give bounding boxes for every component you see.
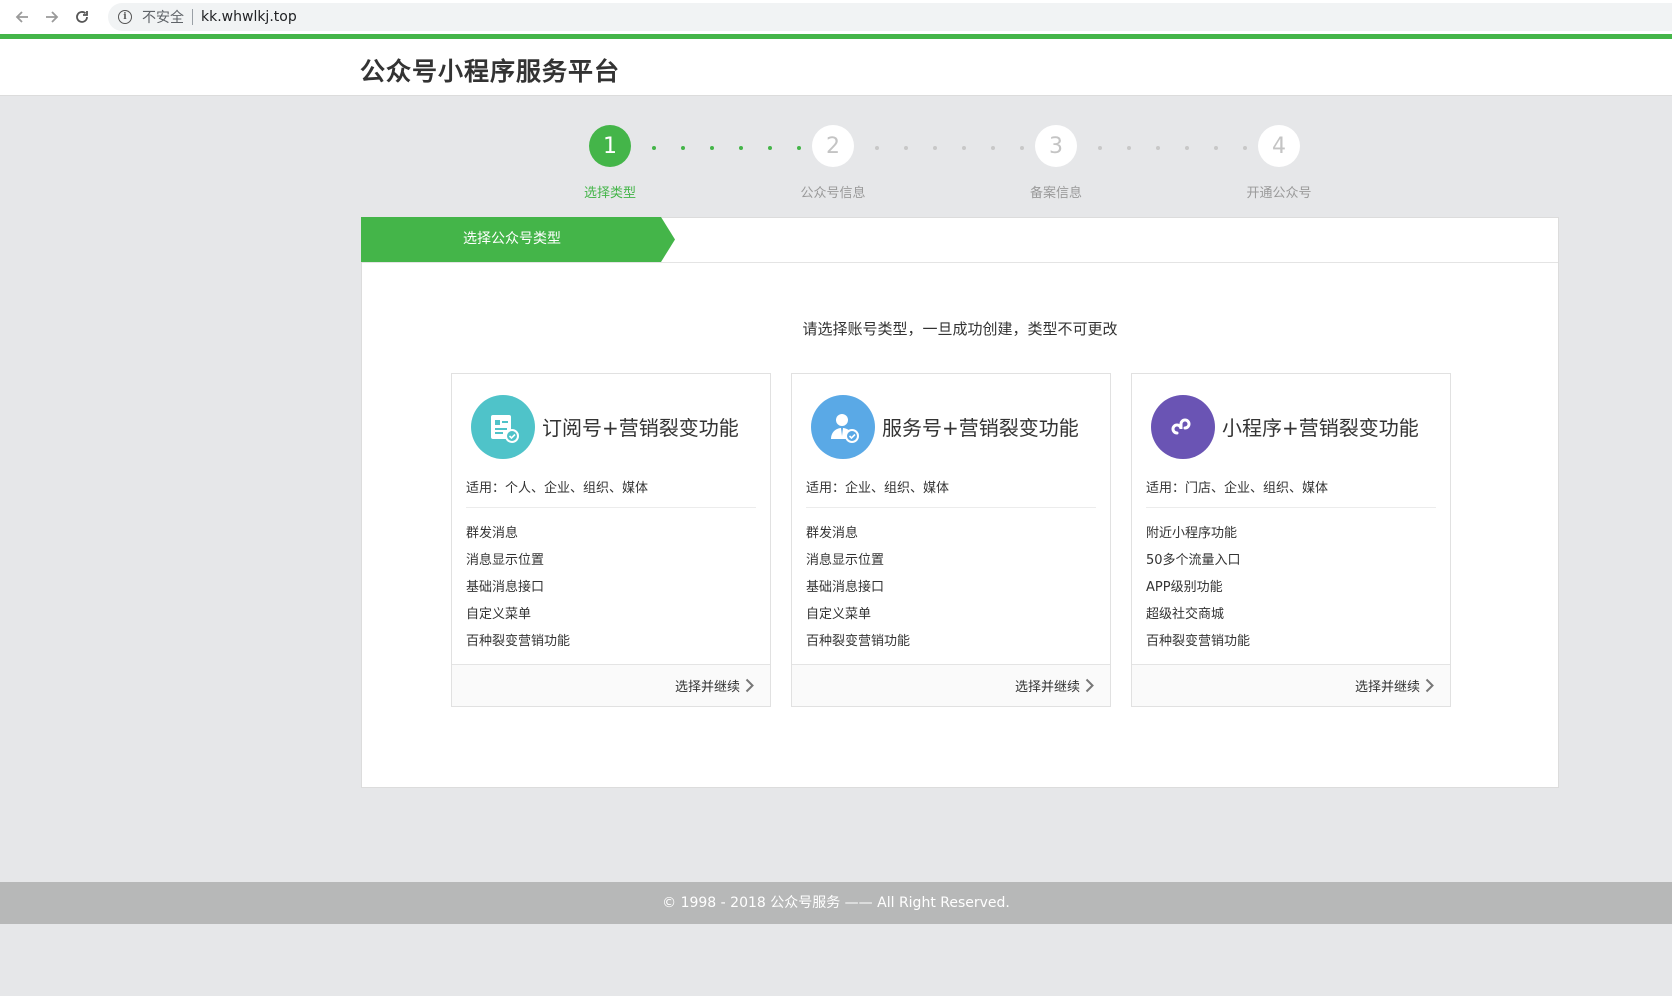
step-3-circle: 3 <box>1035 125 1077 167</box>
connector-dot <box>933 146 937 150</box>
connector-dot <box>768 146 772 150</box>
connector-dot <box>681 146 685 150</box>
connector-dot <box>991 146 995 150</box>
card-divider <box>806 507 1096 508</box>
chevron-right-icon <box>1425 678 1434 693</box>
card-subscription: 订阅号+营销裂变功能 适用：个人、企业、组织、媒体 群发消息 消息显示位置 基础… <box>451 373 771 707</box>
connector-dot <box>1127 146 1131 150</box>
chevron-right-icon <box>745 678 754 693</box>
main-panel: 选择公众号类型 请选择账号类型，一旦成功创建，类型不可更改 订阅号+营销裂变功能… <box>361 217 1559 788</box>
feature-item: 百种裂变营销功能 <box>1146 634 1251 649</box>
card-applicable: 适用：门店、企业、组织、媒体 <box>1146 481 1329 496</box>
feature-item: 自定义菜单 <box>806 607 872 622</box>
select-continue-label: 选择并继续 <box>1014 680 1080 695</box>
card-title: 服务号+营销裂变功能 <box>882 416 1079 440</box>
card-footer: 选择并继续 <box>792 664 1110 706</box>
feature-list: 附近小程序功能 50多个流量入口 APP级别功能 超级社交商城 百种裂变营销功能 <box>1146 525 1250 660</box>
subscription-doc-icon <box>471 395 535 459</box>
address-bar[interactable]: i 不安全 kk.whwlkj.top <box>108 3 1672 31</box>
connector-dot <box>1098 146 1102 150</box>
select-continue-button[interactable]: 选择并继续 <box>1015 676 1094 695</box>
insecure-label: 不安全 <box>142 10 184 26</box>
connector-dot <box>1185 146 1189 150</box>
account-type-tip: 请选择账号类型，一旦成功创建，类型不可更改 <box>802 320 1118 338</box>
select-continue-label: 选择并继续 <box>674 680 740 695</box>
feature-list: 群发消息 消息显示位置 基础消息接口 自定义菜单 百种裂变营销功能 <box>466 525 570 660</box>
card-divider <box>466 507 756 508</box>
back-arrow-icon[interactable] <box>7 0 37 34</box>
feature-item: 群发消息 <box>806 526 859 541</box>
mini-program-icon <box>1151 395 1215 459</box>
connector-dot <box>1020 146 1024 150</box>
site-footer: © 1998 - 2018 公众号服务 —— All Right Reserve… <box>0 882 1672 924</box>
site-title: 公众号小程序服务平台 <box>360 57 621 86</box>
feature-item: 50多个流量入口 <box>1146 553 1241 568</box>
connector-dot <box>797 146 801 150</box>
address-separator <box>192 9 193 25</box>
feature-item: 消息显示位置 <box>466 553 545 568</box>
step-2-circle: 2 <box>812 125 854 167</box>
card-footer: 选择并继续 <box>1132 664 1450 706</box>
card-title: 订阅号+营销裂变功能 <box>542 416 739 440</box>
chevron-right-icon <box>1085 678 1094 693</box>
feature-item: 群发消息 <box>466 526 519 541</box>
card-applicable: 适用：个人、企业、组织、媒体 <box>466 481 649 496</box>
feature-item: 超级社交商城 <box>1146 607 1225 622</box>
select-continue-label: 选择并继续 <box>1354 680 1420 695</box>
panel-tab-select-type: 选择公众号类型 <box>361 217 675 262</box>
url-text[interactable]: kk.whwlkj.top <box>201 9 297 25</box>
card-divider <box>1146 507 1436 508</box>
site-header: 公众号小程序服务平台 <box>0 39 1672 96</box>
step-3-label: 备案信息 <box>1029 186 1082 201</box>
connector-dot <box>1156 146 1160 150</box>
select-continue-button[interactable]: 选择并继续 <box>1355 676 1434 695</box>
connector-dot <box>904 146 908 150</box>
step-2-label: 公众号信息 <box>800 186 866 201</box>
step-1-circle: 1 <box>589 125 631 167</box>
panel-header: 选择公众号类型 <box>361 217 1558 263</box>
feature-item: 自定义菜单 <box>466 607 532 622</box>
feature-item: 附近小程序功能 <box>1146 526 1238 541</box>
connector-dot <box>1243 146 1247 150</box>
connector-dot <box>1214 146 1218 150</box>
card-footer: 选择并继续 <box>452 664 770 706</box>
card-applicable: 适用：企业、组织、媒体 <box>806 481 950 496</box>
browser-toolbar: i 不安全 kk.whwlkj.top <box>0 0 1672 34</box>
connector-dot <box>710 146 714 150</box>
card-title: 小程序+营销裂变功能 <box>1222 416 1419 440</box>
feature-item: 基础消息接口 <box>466 580 545 595</box>
select-continue-button[interactable]: 选择并继续 <box>675 676 754 695</box>
feature-item: APP级别功能 <box>1146 580 1223 595</box>
service-person-icon <box>811 395 875 459</box>
connector-dot <box>739 146 743 150</box>
feature-item: 消息显示位置 <box>806 553 885 568</box>
card-service: 服务号+营销裂变功能 适用：企业、组织、媒体 群发消息 消息显示位置 基础消息接… <box>791 373 1111 707</box>
connector-dot <box>962 146 966 150</box>
feature-item: 基础消息接口 <box>806 580 885 595</box>
step-1-label: 选择类型 <box>583 186 636 201</box>
card-mini-program: 小程序+营销裂变功能 适用：门店、企业、组织、媒体 附近小程序功能 50多个流量… <box>1131 373 1451 707</box>
info-icon[interactable]: i <box>118 10 132 24</box>
forward-arrow-icon[interactable] <box>37 0 67 34</box>
feature-item: 百种裂变营销功能 <box>806 634 911 649</box>
feature-item: 百种裂变营销功能 <box>466 634 571 649</box>
step-4-label: 开通公众号 <box>1246 186 1312 201</box>
reload-icon[interactable] <box>67 0 97 34</box>
connector-dot <box>875 146 879 150</box>
step-4-circle: 4 <box>1258 125 1300 167</box>
connector-dot <box>652 146 656 150</box>
feature-list: 群发消息 消息显示位置 基础消息接口 自定义菜单 百种裂变营销功能 <box>806 525 910 660</box>
